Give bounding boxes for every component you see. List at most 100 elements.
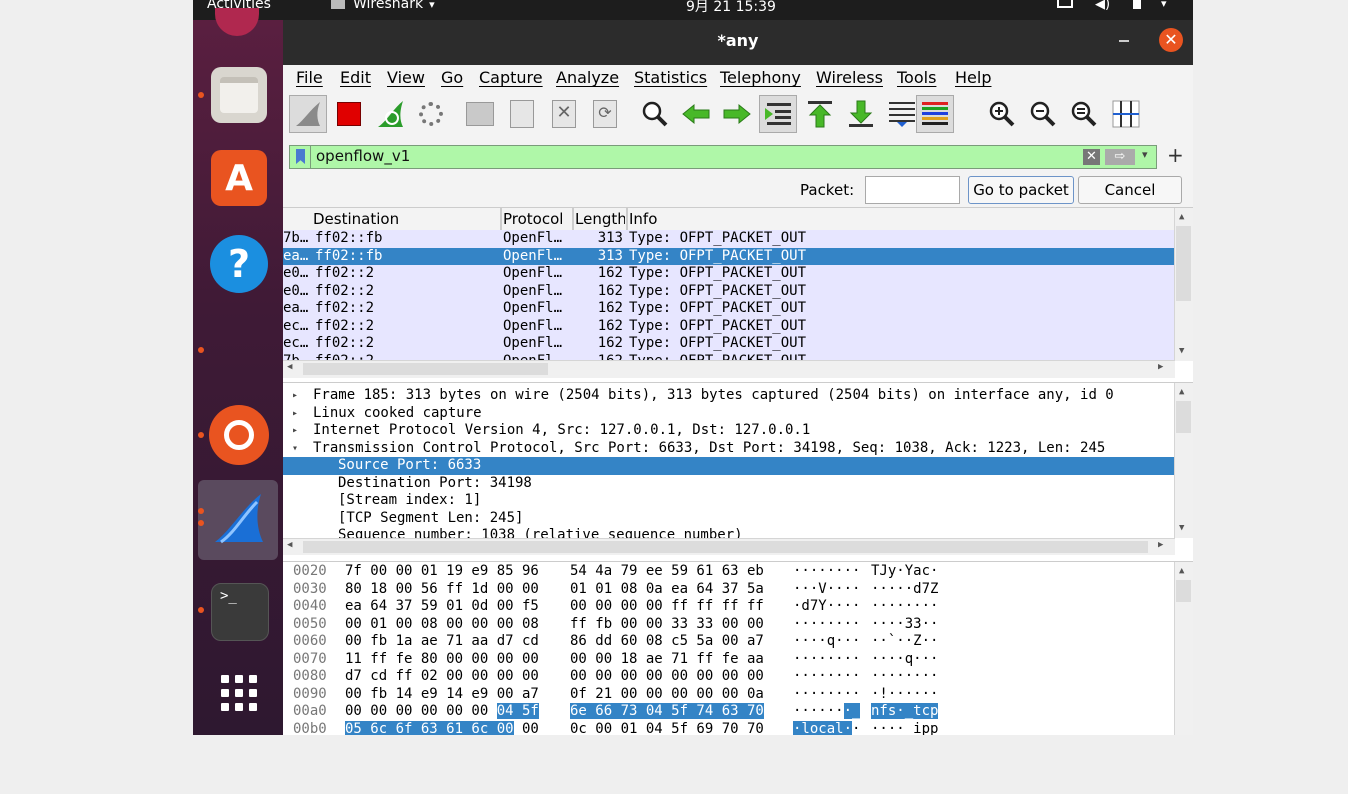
app-store-icon[interactable]: A (211, 150, 267, 206)
menu-edit[interactable]: Edit (340, 68, 371, 87)
ascii-1[interactable]: ····q··· (793, 633, 860, 651)
menu-wireless[interactable]: Wireless (816, 68, 883, 87)
ascii-2[interactable]: ········ (871, 598, 938, 616)
ascii-1[interactable]: ·local·· (793, 720, 860, 735)
scroll-right-icon[interactable]: ▶ (1158, 362, 1163, 372)
column-info[interactable]: Info (629, 210, 829, 228)
hex-bytes-1[interactable]: 05 6c 6f 63 61 6c 00 00 (345, 720, 539, 735)
go-to-packet-icon[interactable] (759, 95, 797, 133)
hex-bytes-2[interactable]: 0c 00 01 04 5f 69 70 70 (570, 721, 764, 736)
packet-list-hscroll[interactable]: ◀ ▶ (283, 360, 1175, 378)
scroll-right-icon[interactable]: ▶ (1158, 540, 1163, 550)
details-vscroll[interactable]: ▲ ▼ (1174, 383, 1193, 538)
hex-bytes-2[interactable]: 00 00 18 ae 71 ff fe aa (570, 651, 764, 669)
go-back-icon[interactable] (679, 97, 713, 131)
zoom-out-icon[interactable] (1026, 97, 1060, 131)
scroll-down-icon[interactable]: ▼ (1179, 523, 1184, 533)
clear-filter-icon[interactable]: ✕ (1083, 149, 1100, 165)
ascii-2[interactable]: TJy·Yac· (871, 563, 938, 581)
scroll-left-icon[interactable]: ◀ (287, 540, 292, 550)
hex-bytes-1[interactable]: 80 18 00 56 ff 1d 00 00 (345, 581, 539, 599)
display-filter-input[interactable]: openflow_v1 ✕ ⇨ ▾ (289, 145, 1157, 169)
column-length[interactable]: Length (575, 210, 625, 228)
hex-bytes-1[interactable]: 00 fb 1a ae 71 aa d7 cd (345, 633, 539, 651)
hex-bytes-1[interactable]: 00 00 00 00 00 00 04 5f (345, 703, 539, 721)
detail-row[interactable]: Source Port: 6633 (283, 457, 1175, 475)
collapsed-arrow-icon[interactable]: ▸ (292, 405, 298, 423)
app-menu[interactable]: Wireshark ▾ (331, 0, 435, 12)
hex-bytes-2[interactable]: 00 00 00 00 00 00 00 00 (570, 668, 764, 686)
ascii-1[interactable]: ········ (793, 668, 860, 686)
normal-size-icon[interactable] (1067, 97, 1101, 131)
open-file-icon[interactable] (463, 97, 497, 131)
hex-bytes-2[interactable]: 01 01 08 0a ea 64 37 5a (570, 581, 764, 599)
ascii-1[interactable]: ········ (793, 616, 860, 634)
scroll-up-icon[interactable]: ▲ (1179, 566, 1184, 576)
menu-analyze[interactable]: Analyze (556, 68, 619, 87)
ascii-1[interactable]: ········ (793, 686, 860, 704)
reload-file-icon[interactable]: ⟳ (588, 97, 622, 131)
find-packet-icon[interactable] (638, 97, 672, 131)
scroll-up-icon[interactable]: ▲ (1179, 387, 1184, 397)
hex-bytes-2[interactable]: 6e 66 73 04 5f 74 63 70 (570, 703, 764, 721)
apply-filter-arrow-icon[interactable]: ⇨ (1105, 149, 1135, 165)
wireshark-icon[interactable] (211, 490, 267, 546)
scroll-up-icon[interactable]: ▲ (1179, 212, 1184, 222)
column-destination[interactable]: Destination (313, 210, 498, 228)
detail-row[interactable]: [TCP Segment Len: 245] (283, 510, 1175, 528)
stop-capture-icon[interactable] (332, 97, 366, 131)
hex-bytes-2[interactable]: 54 4a 79 ee 59 61 63 eb (570, 563, 764, 581)
scroll-left-icon[interactable]: ◀ (287, 362, 292, 372)
ascii-2[interactable]: ····_ipp (871, 721, 938, 736)
packet-row[interactable]: 7b… ff02::fb OpenFl… 313 Type: OFPT_PACKET_O… (283, 230, 1175, 248)
colorize-icon[interactable] (916, 95, 954, 133)
ascii-1[interactable]: ········ (793, 563, 860, 581)
detail-row[interactable]: ▸ Internet Protocol Version 4, Src: 127.0… (283, 422, 1175, 440)
system-menu-chevron-icon[interactable]: ▾ (1161, 0, 1167, 10)
ascii-2[interactable]: ····q··· (871, 651, 938, 669)
hex-bytes-1[interactable]: ea 64 37 59 01 0d 00 f5 (345, 598, 539, 616)
detail-row[interactable]: ▸ Linux cooked capture (283, 405, 1175, 423)
close-button[interactable]: ✕ (1159, 28, 1183, 52)
menu-file[interactable]: File (296, 68, 323, 87)
details-hscroll[interactable]: ◀ ▶ (283, 538, 1175, 555)
detail-row[interactable]: [Stream index: 1] (283, 492, 1175, 510)
menu-telephony[interactable]: Telephony (720, 68, 801, 87)
zoom-in-icon[interactable] (985, 97, 1019, 131)
terminal-icon[interactable]: >_ (211, 583, 269, 641)
hex-bytes-2[interactable]: ff fb 00 00 33 33 00 00 (570, 616, 764, 634)
add-filter-button-icon[interactable]: + (1167, 143, 1184, 167)
cancel-button[interactable]: Cancel (1078, 176, 1182, 204)
hex-bytes-1[interactable]: 7f 00 00 01 19 e9 85 96 (345, 563, 539, 581)
ascii-2[interactable]: ····33·· (871, 616, 938, 634)
packet-row[interactable]: e0… ff02::2 OpenFl… 162 Type: OFPT_PACKET_OU… (283, 265, 1175, 283)
restart-capture-icon[interactable] (373, 97, 407, 131)
ascii-1[interactable]: ········ (793, 651, 860, 669)
bookmark-icon[interactable] (296, 149, 305, 164)
detail-row[interactable]: ▾ Transmission Control Protocol, Src Port… (283, 440, 1175, 458)
resize-columns-icon[interactable] (1109, 97, 1143, 131)
auto-scroll-icon[interactable] (885, 97, 919, 131)
scroll-thumb[interactable] (303, 541, 1148, 553)
collapsed-arrow-icon[interactable]: ▸ (292, 422, 298, 440)
scroll-thumb[interactable] (1176, 580, 1191, 602)
hex-bytes-1[interactable]: 11 ff fe 80 00 00 00 00 (345, 651, 539, 669)
expanded-arrow-icon[interactable]: ▾ (292, 440, 298, 458)
menu-help[interactable]: Help (955, 68, 991, 87)
packet-list-vscroll[interactable]: ▲ ▼ (1174, 208, 1193, 361)
go-first-packet-icon[interactable] (803, 97, 837, 131)
menu-go[interactable]: Go (441, 68, 463, 87)
column-protocol[interactable]: Protocol (503, 210, 571, 228)
ascii-2[interactable]: nfs·_tcp (871, 703, 939, 721)
packet-row[interactable]: ec… ff02::2 OpenFl… 162 Type: OFPT_PACKET_OU… (283, 335, 1175, 353)
packet-row[interactable]: e0… ff02::2 OpenFl… 162 Type: OFPT_PACKET_OU… (283, 282, 1175, 300)
ascii-1[interactable]: ···V···· (793, 581, 860, 599)
hex-bytes-2[interactable]: 0f 21 00 00 00 00 00 0a (570, 686, 764, 704)
hex-bytes-2[interactable]: 86 dd 60 08 c5 5a 00 a7 (570, 633, 764, 651)
ascii-2[interactable]: ··`··Z·· (871, 633, 938, 651)
ascii-1[interactable]: ·d7Y···· (793, 598, 860, 616)
volume-icon[interactable]: ◀) (1095, 0, 1110, 12)
help-icon[interactable]: ? (210, 235, 268, 293)
menu-tools[interactable]: Tools (897, 68, 936, 87)
hex-bytes-1[interactable]: 00 01 00 08 00 00 00 08 (345, 616, 539, 634)
